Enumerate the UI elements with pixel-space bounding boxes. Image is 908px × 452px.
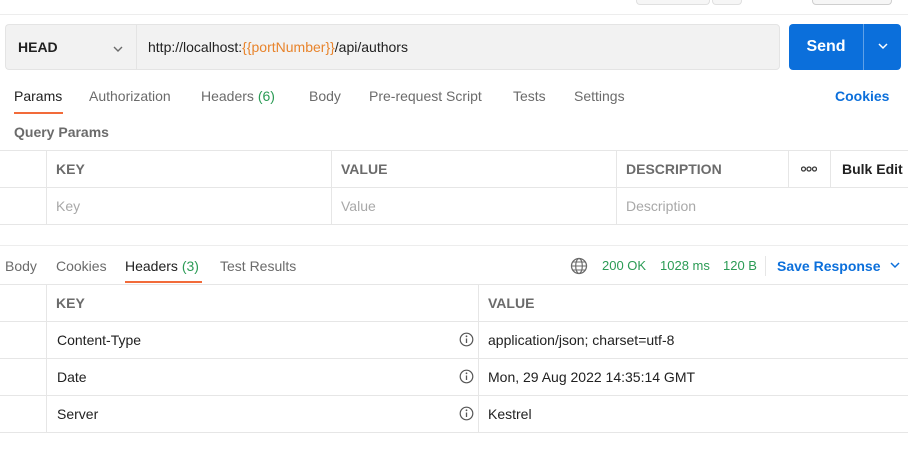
response-tab-test-results[interactable]: Test Results [220,258,296,274]
cookies-link[interactable]: Cookies [835,88,889,104]
column-header-key: KEY [56,161,85,177]
header-key: Content-Type [57,332,142,348]
header-value: Mon, 29 Aug 2022 14:35:14 GMT [488,369,696,385]
url-prefix: http://localhost: [148,39,243,55]
globe-icon[interactable] [570,257,588,278]
response-tab-cookies[interactable]: Cookies [56,258,107,274]
tab-params[interactable]: Params [14,88,62,104]
status-divider [765,256,766,276]
description-input[interactable]: Description [616,188,908,224]
active-tab-indicator [14,112,63,114]
tab-prerequest-script[interactable]: Pre-request Script [369,88,482,104]
info-icon[interactable] [459,332,474,350]
toolbar-stub-left [636,0,710,5]
column-header-key: KEY [56,295,85,311]
save-response-label: Save Response [777,258,881,274]
column-divider [830,151,831,187]
column-header-value: VALUE [488,295,535,311]
response-divider [0,245,908,246]
column-header-value: VALUE [341,161,388,177]
tab-tests[interactable]: Tests [513,88,546,104]
response-tab-headers-count: (3) [181,258,199,274]
toolbar-stub-mid [712,0,742,5]
bulk-edit-button[interactable]: Bulk Edit [832,151,903,187]
tab-headers[interactable]: Headers (6) [201,88,275,104]
response-tab-body[interactable]: Body [5,258,37,274]
query-params-table: KEY VALUE DESCRIPTION Bulk Edit Key Valu… [0,150,908,225]
info-icon[interactable] [459,369,474,387]
value-input[interactable]: Value [331,188,616,224]
response-tab-headers-label: Headers [125,258,178,274]
chevron-down-icon [889,258,901,274]
tab-authorization[interactable]: Authorization [89,88,171,104]
method-select[interactable]: HEAD [5,24,136,70]
table-header-row: KEY VALUE [0,285,908,322]
header-value: Kestrel [488,406,532,422]
response-size[interactable]: 120 B [723,258,757,273]
response-headers-table: KEY VALUE Content-Type application/json;… [0,284,908,433]
url-variable[interactable]: {{portNumber}} [242,39,335,55]
tab-body[interactable]: Body [309,88,341,104]
tab-settings[interactable]: Settings [574,88,625,104]
status-code[interactable]: 200 OK [602,258,646,273]
table-row: Content-Type application/json; charset=u… [0,322,908,359]
active-tab-indicator [125,281,202,283]
header-key: Date [57,369,87,385]
send-options-button[interactable] [864,39,901,55]
table-header-row: KEY VALUE DESCRIPTION Bulk Edit [0,151,908,188]
tab-headers-count: (6) [257,88,275,104]
response-tab-headers[interactable]: Headers (3) [125,258,199,274]
query-params-title: Query Params [14,124,109,140]
table-row: Server Kestrel [0,396,908,433]
response-time[interactable]: 1028 ms [660,258,710,273]
header-value: application/json; charset=utf-8 [488,332,675,348]
chevron-down-icon [877,39,889,55]
key-input[interactable]: Key [46,188,331,224]
save-response-button[interactable]: Save Response [777,258,901,274]
url-input[interactable]: http://localhost: {{portNumber}}/api/auth… [136,24,780,70]
table-row: Date Mon, 29 Aug 2022 14:35:14 GMT [0,359,908,396]
url-suffix: /api/authors [334,39,408,55]
toolbar-stub-right [812,0,892,5]
send-button-group[interactable]: Send [789,24,901,70]
more-options-icon[interactable] [788,151,830,187]
info-icon[interactable] [459,406,474,424]
method-label: HEAD [18,39,58,55]
send-button[interactable]: Send [789,38,863,56]
header-divider [0,14,908,15]
chevron-down-icon [112,42,124,58]
header-key: Server [57,406,99,422]
table-row: Key Value Description [0,188,908,225]
tab-headers-label: Headers [201,88,254,104]
column-header-description: DESCRIPTION [626,161,722,177]
